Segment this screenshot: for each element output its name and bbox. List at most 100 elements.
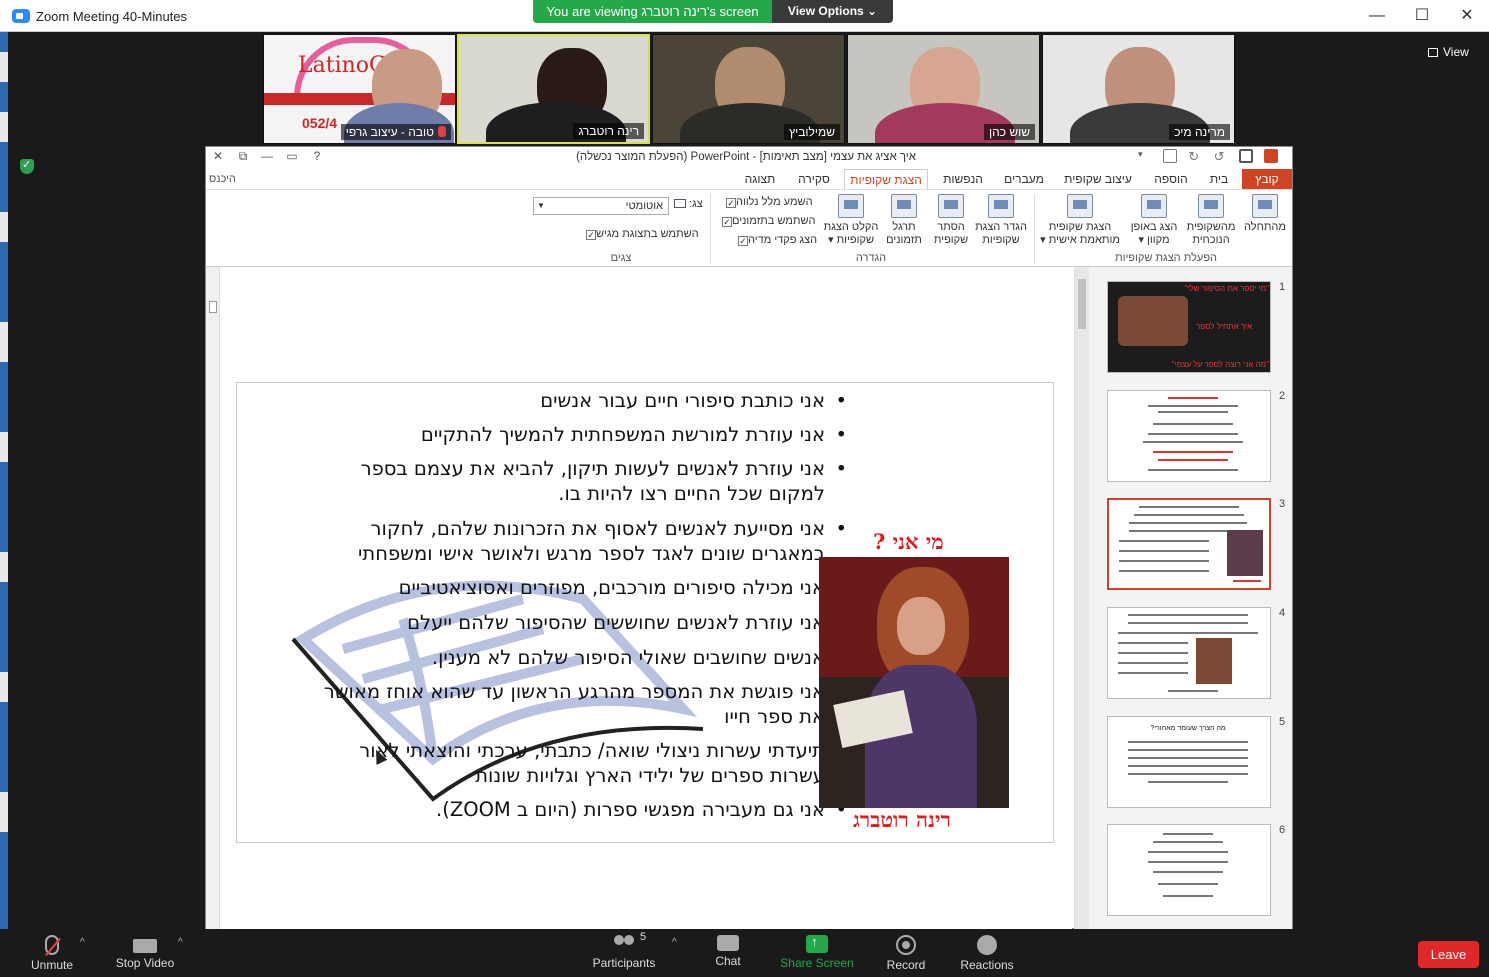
participant-tile-active-speaker[interactable]: רינה רוטברג — [457, 34, 650, 144]
tab-transitions[interactable]: מעברים — [998, 169, 1050, 189]
hide-slide-button[interactable]: הסתר שקופית — [932, 194, 970, 247]
scroll-thumb[interactable] — [1078, 279, 1086, 329]
participant-tile[interactable]: שוש כהן — [847, 34, 1040, 144]
quick-access-toolbar: ▾ ↻ ↺ — [1130, 149, 1278, 167]
ppt-restore-button[interactable]: ⧉ — [234, 149, 252, 164]
desktop-icon[interactable] — [0, 52, 8, 82]
ribbon-display-options-icon[interactable]: ▭ — [283, 149, 301, 163]
ppt-help-button[interactable]: ? — [308, 149, 326, 163]
undo-icon[interactable]: ↺ — [1214, 149, 1228, 164]
save-icon[interactable] — [1238, 149, 1253, 163]
slide-thumbnail-3-selected[interactable] — [1107, 498, 1271, 590]
custom-show-icon — [1067, 194, 1093, 218]
use-timings-checkbox[interactable]: השתמש בתזמונים✓ — [718, 215, 815, 227]
desktop-icon[interactable] — [0, 552, 8, 582]
tab-animations[interactable]: הנפשות — [934, 169, 992, 189]
editor-scrollbar[interactable] — [206, 267, 220, 929]
leave-meeting-button[interactable]: Leave — [1418, 941, 1479, 968]
participants-icon: 5 — [612, 931, 646, 953]
record-button[interactable]: Record — [884, 935, 928, 972]
share-screen-button[interactable]: Share Screen — [780, 934, 854, 970]
thumbnail-photo — [1196, 638, 1232, 684]
use-presenter-view-checkbox[interactable]: השתמש בתצוגת מגיש✓ — [582, 228, 699, 240]
gallery-view-button[interactable]: View — [1428, 42, 1480, 62]
close-button[interactable]: ✕ — [1457, 6, 1477, 26]
redo-icon[interactable]: ↻ — [1188, 149, 1202, 164]
chat-button[interactable]: Chat — [708, 935, 748, 968]
grid-icon — [1428, 48, 1438, 57]
participants-options-caret-icon[interactable]: ^ — [672, 937, 677, 948]
present-online-button[interactable]: הצג באופן מקוון ▾ — [1128, 194, 1180, 247]
desktop-icon[interactable] — [0, 672, 8, 702]
minimize-button[interactable]: — — [1367, 6, 1387, 26]
tab-home[interactable]: בית — [1202, 169, 1236, 189]
slide-thumbnail-5[interactable]: מה הצרך שעומד מאחורי? — [1107, 716, 1271, 808]
from-current-slide-button[interactable]: מהשקופית הנוכחית — [1184, 194, 1238, 247]
group-label-start: הפעלת הצגת שקופיות — [1114, 252, 1218, 264]
participant-gallery: LatinoG 052/4 טובה - עיצוב גרפי רינה רוט… — [263, 34, 1235, 144]
slide-thumbnail-4[interactable] — [1107, 607, 1271, 699]
ppt-document-title: איך אציג את עצמי [מצב תאימות] - PowerPoi… — [576, 151, 916, 163]
from-beginning-button[interactable]: מהתחלה — [1237, 194, 1293, 234]
play-narrations-checkbox[interactable]: השמע מלל נלווה✓ — [722, 196, 813, 208]
ppt-close-button[interactable]: ✕ — [209, 149, 227, 163]
viewing-screen-banner: You are viewing רינה רוטברג's screen — [533, 0, 772, 23]
stop-video-button[interactable]: Stop Video — [112, 935, 178, 970]
slide-thumbnail-2[interactable] — [1107, 390, 1271, 482]
view-options-button[interactable]: View Options ⌄ — [772, 0, 893, 23]
participant-tile[interactable]: LatinoG 052/4 טובה - עיצוב גרפי — [263, 34, 456, 144]
set-up-slide-show-button[interactable]: הגדר הצגת שקופיות — [972, 194, 1030, 247]
group-separator — [710, 194, 711, 264]
unmute-button[interactable]: Unmute — [26, 935, 78, 972]
scroll-thumb[interactable] — [209, 301, 217, 313]
thumbnail-text: "מה אני רוצה לספר על עצמי" — [1171, 360, 1269, 369]
monitor-select[interactable]: ▼ אוטומטי — [533, 197, 669, 215]
rehearse-timings-button[interactable]: תרגל תזמונים — [882, 194, 926, 247]
slide-thumbnail-6[interactable] — [1107, 824, 1271, 916]
ppt-title-bar: ✕ ⧉ — ▭ ? איך אציג את עצמי [מצב תאימות] … — [206, 147, 1292, 169]
shield-icon[interactable] — [20, 158, 34, 174]
maximize-button[interactable]: ☐ — [1412, 6, 1432, 26]
thumbnails-scrollbar[interactable] — [1075, 267, 1089, 929]
audio-options-caret-icon[interactable]: ^ — [80, 937, 85, 948]
participants-button[interactable]: 5 Participants — [590, 931, 658, 970]
desktop-icon[interactable] — [0, 792, 8, 832]
participant-name: מרינה מיכ — [1169, 124, 1230, 140]
custom-slide-show-button[interactable]: הצגת שקופית מותאמת אישית ▾ — [1038, 194, 1122, 247]
tab-design[interactable]: עיצוב שקופית — [1056, 169, 1140, 189]
reactions-button[interactable]: Reactions — [958, 935, 1016, 972]
bullet-continuation: למקום שכל החיים רצו להיות בו. — [558, 482, 825, 505]
monitor-label: צג: — [674, 198, 703, 210]
slide-thumbnail-1[interactable]: "מי יספר את הסיפור שלי" איך אתחיל לספר "… — [1107, 281, 1271, 373]
thumbnail-text: מה הצרך שעומד מאחורי? — [1150, 725, 1226, 732]
window-title: Zoom Meeting 40-Minutes — [36, 9, 188, 24]
desktop-icon[interactable] — [0, 112, 8, 142]
slideshow-qat-icon[interactable] — [1163, 149, 1178, 163]
participant-tile[interactable]: מרינה מיכ — [1042, 34, 1235, 144]
slideshow-start-icon — [1252, 194, 1278, 218]
bullet-line: אני פוגשת את המספר מהרגע הראשון עד שהוא … — [324, 680, 848, 704]
record-slide-show-button[interactable]: הקלט הצגת שקופיות ▾ — [822, 194, 880, 247]
tab-file[interactable]: קובץ — [1242, 169, 1292, 189]
share-screen-icon — [806, 934, 828, 953]
bullet-continuation: את ספר חייו — [724, 705, 825, 728]
video-options-caret-icon[interactable]: ^ — [178, 937, 183, 948]
desktop-icon[interactable] — [0, 322, 8, 362]
group-label-setup: הגדרה — [855, 252, 887, 264]
current-slide[interactable]: אני כותבת סיפורי חיים עבור אנשים אני עוז… — [236, 382, 1054, 843]
tab-slide-show[interactable]: הצגת שקופיות — [844, 169, 928, 189]
desktop-background-strip — [0, 32, 8, 932]
bullet-line: אני עוזרת לאנשים שחוששים שהסיפור שלהם יי… — [407, 611, 847, 635]
bullet-line: אני עוזרת לאנשים לעשות תיקון, להביא את ע… — [361, 457, 848, 481]
desktop-icon[interactable] — [0, 212, 8, 242]
desktop-icon[interactable] — [0, 432, 8, 462]
tab-review[interactable]: סקירה — [790, 169, 838, 189]
participant-tile[interactable]: שמילוביץ — [652, 34, 845, 144]
customize-toolbar-icon[interactable]: ▾ — [1138, 149, 1152, 163]
tab-insert[interactable]: הוספה — [1146, 169, 1196, 189]
thumbnail-photo — [1227, 530, 1263, 576]
tab-view[interactable]: תצוגה — [736, 169, 784, 189]
ppt-minimize-button[interactable]: — — [258, 149, 276, 163]
record-icon — [838, 194, 864, 218]
show-media-controls-checkbox[interactable]: הצג פקדי מדיה✓ — [734, 234, 817, 246]
